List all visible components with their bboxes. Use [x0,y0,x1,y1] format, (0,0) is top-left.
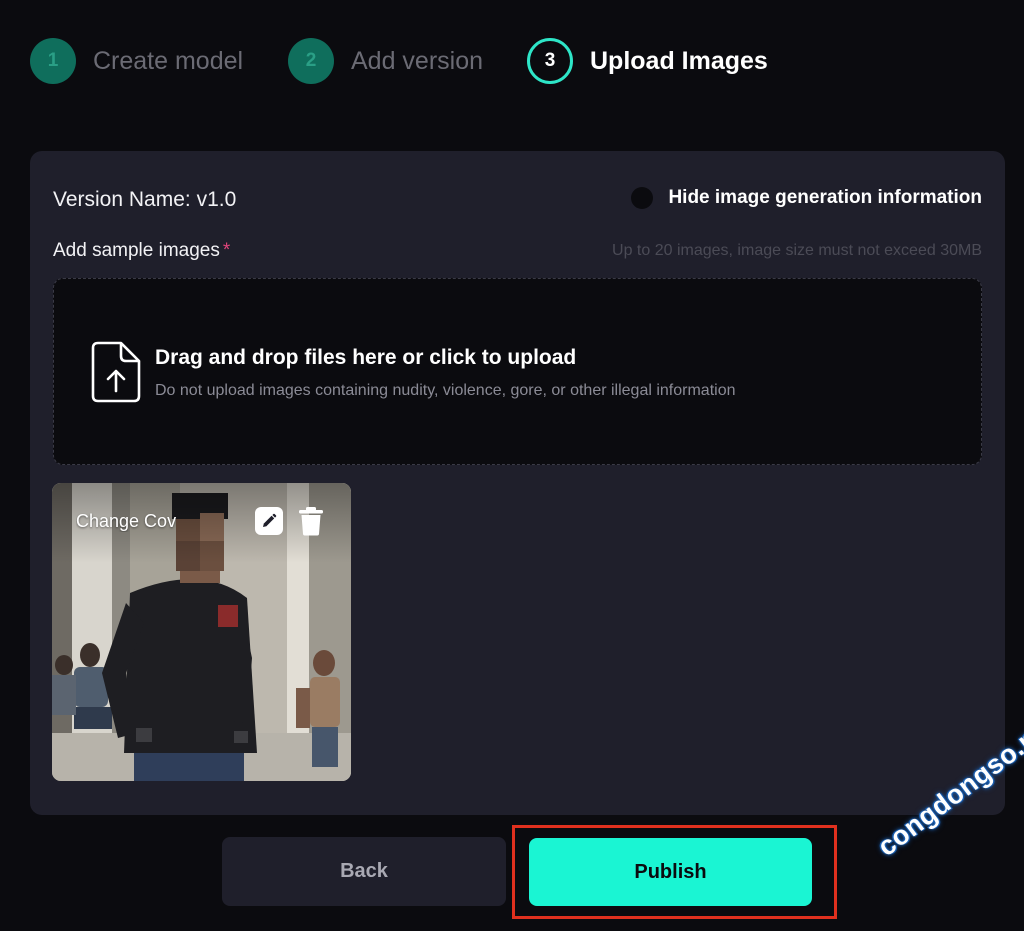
limit-hint: Up to 20 images, image size must not exc… [612,242,982,259]
upload-card: Version Name: v1.0 Hide image generation… [30,151,1005,815]
pencil-icon [263,513,277,527]
publish-button[interactable]: Publish [529,838,812,906]
step-number: 1 [30,38,76,84]
edit-image-button[interactable] [255,507,283,535]
sample-image-thumbnail[interactable]: Change Cover [52,483,351,781]
version-name: Version Name: v1.0 [53,188,237,211]
required-mark: * [222,240,231,261]
hide-info-label: Hide image generation information [668,187,982,208]
step-number: 2 [288,38,334,84]
back-button[interactable]: Back [222,837,506,906]
step-label: Upload Images [590,46,768,75]
hide-info-toggle[interactable]: Hide image generation information [631,185,982,211]
change-cover-label[interactable]: Change Cover [76,511,176,532]
dropzone-subtitle: Do not upload images containing nudity, … [155,382,736,399]
stepper: 1 Create model 2 Add version 3 Upload Im… [30,38,990,84]
step-number: 3 [527,38,573,84]
trash-icon[interactable] [298,506,324,536]
step-label: Create model [93,46,244,75]
step-upload-images: 3 Upload Images [527,38,768,84]
add-images-text: Add sample images [53,240,220,261]
step-add-version: 2 Add version [288,38,483,84]
upload-dropzone[interactable]: Drag and drop files here or click to upl… [53,278,982,465]
file-upload-icon [91,341,141,403]
hide-info-radio[interactable] [631,187,654,209]
step-create-model: 1 Create model [30,38,243,84]
add-images-label: Add sample images * [53,240,230,262]
dropzone-title: Drag and drop files here or click to upl… [155,346,577,369]
step-label: Add version [351,46,484,75]
